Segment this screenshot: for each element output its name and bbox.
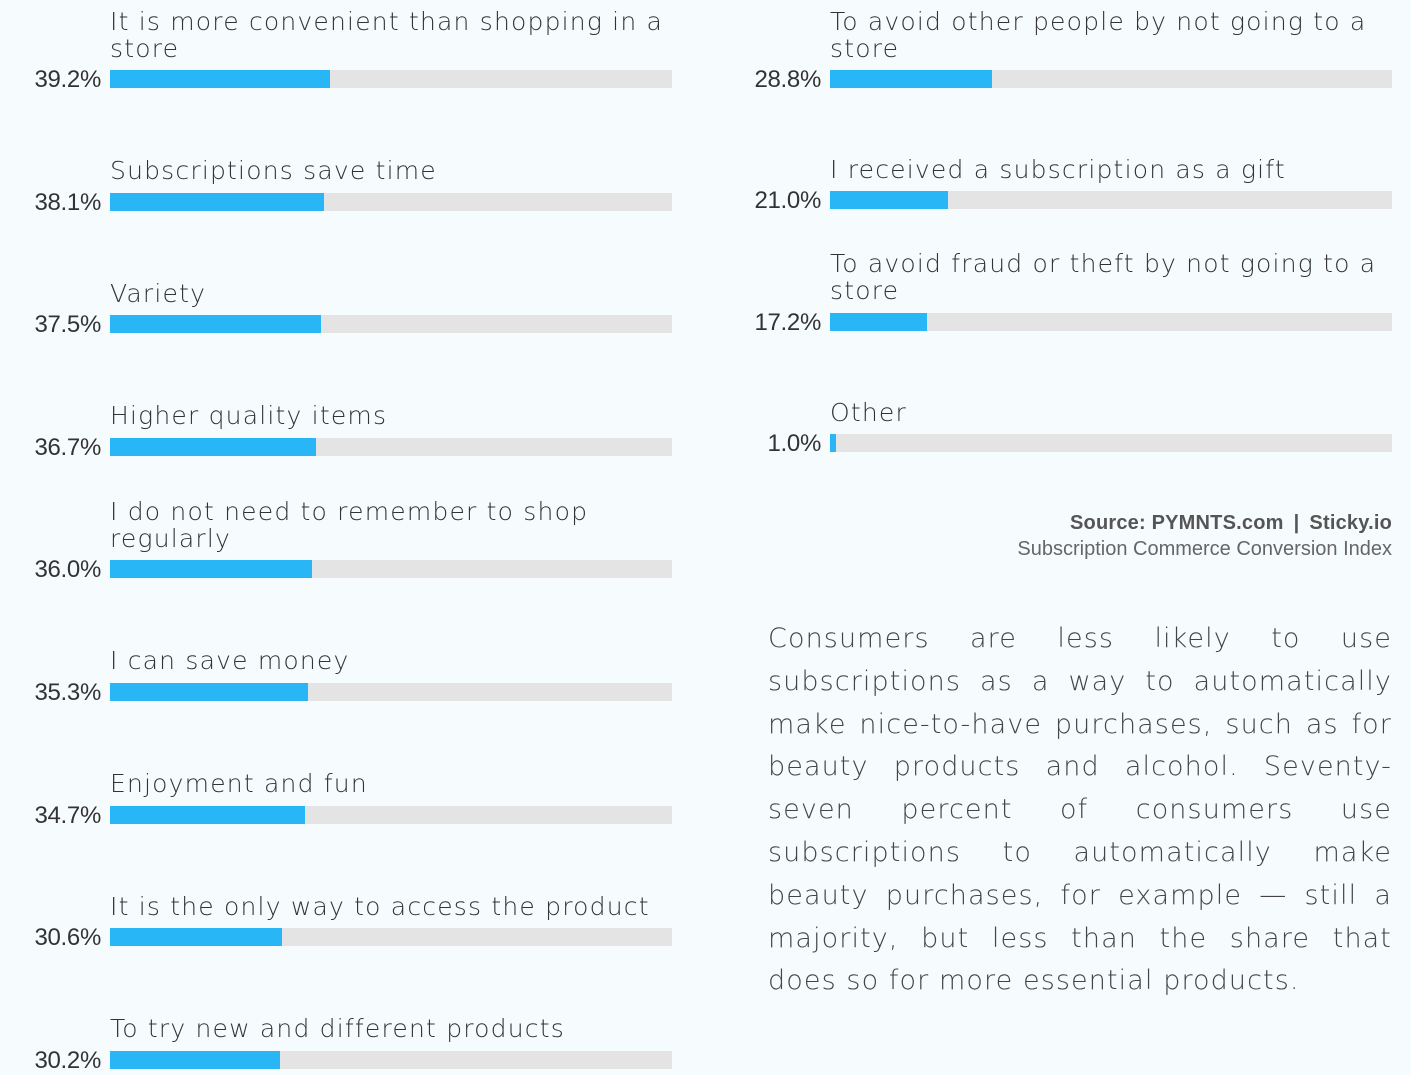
bar-value-label: 1.0%	[767, 430, 821, 457]
bar-category-label: I do not need to remember to shop regula…	[110, 497, 589, 553]
bar	[110, 1051, 280, 1069]
bar-value-label: 34.7%	[34, 802, 101, 829]
bar-category-label: I can save money	[110, 646, 350, 675]
bar-track	[110, 683, 672, 701]
bar-track	[830, 191, 1392, 209]
bar-track	[110, 315, 672, 333]
bar-category-label: Enjoyment and fun	[110, 769, 368, 798]
bar-track	[110, 928, 672, 946]
bar-category-label: Higher quality items	[110, 401, 388, 430]
bar-track	[830, 313, 1392, 331]
bar-track	[830, 70, 1392, 88]
bar-category-label: Other	[830, 398, 907, 427]
bar-value-label: 38.1%	[34, 189, 101, 216]
bar-value-label: 30.2%	[34, 1047, 101, 1074]
bar	[110, 683, 308, 701]
bar-value-label: 35.3%	[34, 679, 101, 706]
bar-value-label: 36.0%	[34, 556, 101, 583]
bar-category-label: I received a subscription as a gift	[830, 155, 1286, 184]
bar-track	[830, 434, 1392, 452]
source-label: Source: PYMNTS.com	[1069, 512, 1284, 534]
bar-category-label: Subscriptions save time	[110, 156, 437, 185]
source-separator: |	[1293, 512, 1300, 534]
bar-track	[110, 193, 672, 211]
bar-track	[110, 1051, 672, 1069]
source-credit: Source: PYMNTS.com | Sticky.io	[1017, 512, 1392, 535]
bar	[830, 313, 927, 331]
bar-track	[110, 560, 672, 578]
bar	[110, 560, 312, 578]
source-partner: Sticky.io	[1309, 512, 1392, 534]
bar-value-label: 17.2%	[754, 309, 821, 336]
bar-category-label: Variety	[110, 279, 207, 308]
bar-value-label: 37.5%	[34, 311, 101, 338]
bar-category-label: To try new and different products	[110, 1014, 565, 1043]
bar	[110, 70, 330, 88]
bar	[830, 70, 992, 88]
source-report-name: Subscription Commerce Conversion Index	[1017, 538, 1392, 560]
bar-value-label: 28.8%	[754, 66, 821, 93]
bar-value-label: 39.2%	[34, 66, 101, 93]
bar	[830, 434, 836, 452]
bar	[830, 191, 948, 209]
bar-track	[110, 438, 672, 456]
bar-track	[110, 70, 672, 88]
bar	[110, 806, 305, 824]
bar-track	[110, 806, 672, 824]
bar-value-label: 30.6%	[34, 924, 101, 951]
bar-category-label: It is the only way to access the product	[110, 892, 650, 921]
bar-category-label: It is more convenient than shopping in a…	[110, 7, 664, 63]
bar-value-label: 21.0%	[754, 187, 821, 214]
bar-category-label: To avoid other people by not going to a …	[830, 7, 1367, 63]
bar	[110, 438, 316, 456]
bar-value-label: 36.7%	[34, 434, 101, 461]
bar	[110, 928, 282, 946]
body-paragraph: Consumers are less likely to use subscri…	[768, 623, 1392, 997]
bar	[110, 315, 321, 333]
source-note: Source: PYMNTS.com | Sticky.io Subscriptio…	[1017, 512, 1392, 561]
bar-category-label: To avoid fraud or theft by not going to …	[830, 249, 1377, 305]
bar	[110, 193, 324, 211]
